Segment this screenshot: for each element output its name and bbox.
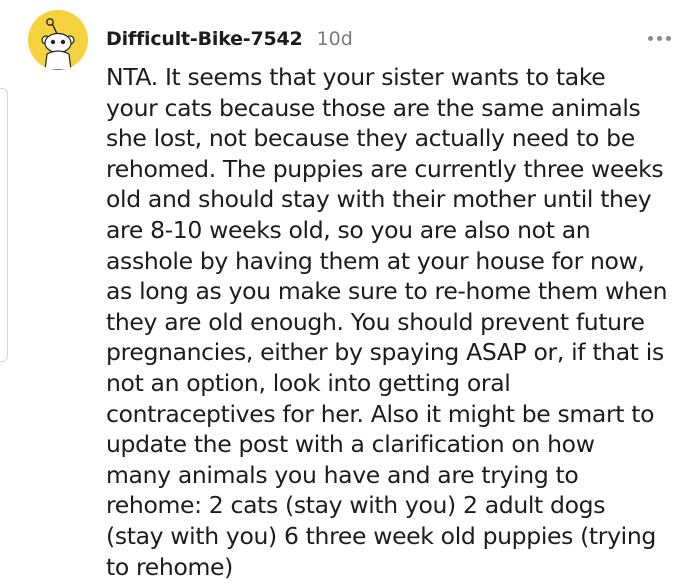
comment-line: NTA. It seems that your sister wants to …: [106, 63, 606, 91]
comment-line: are 8-10 weeks old, so you are also not …: [106, 215, 591, 244]
more-options-button[interactable]: [642, 26, 676, 50]
comment-body: NTA. It seems that your sister wants to …: [106, 62, 678, 582]
more-options-icon: [647, 35, 653, 41]
comment-line: asshole by having them at your house for…: [106, 246, 645, 275]
comment-line: contraceptives for her. Also it might be…: [106, 399, 655, 428]
comment-line: rehomed. The puppies are currently three…: [106, 154, 664, 183]
comment-author[interactable]: Difficult-Bike-7542: [106, 28, 303, 50]
comment-age: 10d: [316, 28, 353, 50]
comment-line: many animals you have and are trying to: [106, 460, 579, 489]
comment-line: she lost, not because they actually need…: [106, 124, 635, 153]
comment-line: rehome: 2 cats (stay with you) 2 adult d…: [106, 491, 606, 520]
comment-line: as long as you make sure to re-home them…: [106, 277, 668, 306]
comment-line: old and should stay with their mother un…: [106, 185, 652, 214]
more-options-icon-dot: [656, 35, 662, 41]
comment-header: Difficult-Bike-7542 10d: [106, 24, 353, 54]
comment-line: your cats because those are the same ani…: [106, 93, 641, 122]
avatar[interactable]: [28, 10, 88, 70]
comment-line: pregnancies, either by spaying ASAP or, …: [106, 338, 664, 367]
thread-line[interactable]: [0, 88, 8, 362]
snoo-avatar-icon: [28, 10, 88, 70]
comment-line: not an option, look into getting oral: [106, 368, 511, 397]
comment-line: they are old enough. You should prevent …: [106, 307, 645, 336]
more-options-icon-dot: [665, 35, 671, 41]
comment-line: to rehome): [106, 552, 233, 581]
comment-line: (stay with you) 6 three week old puppies…: [106, 521, 656, 550]
comment-line: update the post with a clarification on …: [106, 430, 595, 459]
